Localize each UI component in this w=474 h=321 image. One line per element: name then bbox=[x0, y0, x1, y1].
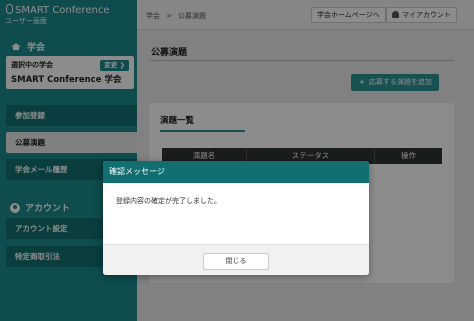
close-button[interactable]: 閉じる bbox=[203, 253, 269, 270]
dialog-message: 登録内容の確定が完了しました。 bbox=[116, 197, 221, 205]
confirmation-dialog: 確認メッセージ 登録内容の確定が完了しました。 閉じる bbox=[103, 161, 369, 275]
dialog-footer: 閉じる bbox=[103, 244, 369, 275]
dialog-title: 確認メッセージ bbox=[103, 161, 369, 183]
